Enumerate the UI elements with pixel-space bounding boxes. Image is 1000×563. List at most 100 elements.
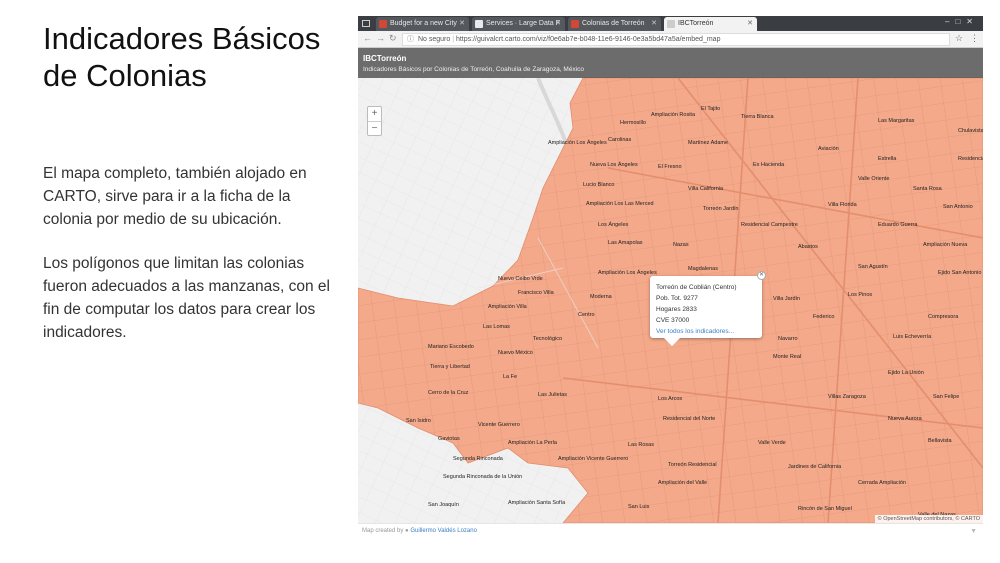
zoom-control: + − [367,106,382,136]
close-icon[interactable]: ✕ [555,17,561,31]
description-paragraph-1: El mapa completo, también alojado en CAR… [43,165,307,228]
svg-text:El Tajito: El Tajito [701,106,720,112]
svg-text:Torreón Residencial: Torreón Residencial [668,462,717,468]
svg-text:Nuevo Ceibo Vrde: Nuevo Ceibo Vrde [498,276,543,282]
svg-text:Mariano Escobedo: Mariano Escobedo [428,344,474,350]
map-attribution[interactable]: © OpenStreetMap contributors, © CARTO [874,515,983,523]
tab-ibctorreon[interactable]: IBCTorreón ✕ [664,17,757,31]
svg-text:Segunda Rinconada: Segunda Rinconada [453,456,504,462]
close-icon[interactable]: ✕ [757,271,766,280]
svg-text:Ejido San Antonio: Ejido San Antonio [938,270,981,276]
svg-text:Moderna: Moderna [590,294,613,300]
credit-prefix: Map created by [362,528,404,534]
svg-text:Chulavista: Chulavista [958,128,983,134]
popup-indicators-link[interactable]: Ver todos los indicadores... [656,326,756,337]
svg-text:Bellavista: Bellavista [928,438,952,444]
tab-services[interactable]: Services · Large Data F ✕ [472,17,565,31]
tab-label: Budget for a new City [390,20,457,27]
reload-icon[interactable]: ↻ [389,33,397,44]
tab-bar: Budget for a new City ✕ Services · Large… [358,16,983,31]
popup-households: Hogares 2833 [656,306,697,313]
svg-text:Tecnológico: Tecnológico [533,336,562,342]
svg-text:Jardines de California: Jardines de California [788,464,842,470]
svg-text:Ampliación Rosita: Ampliación Rosita [651,112,696,118]
tab-budget[interactable]: Budget for a new City ✕ [376,17,469,31]
svg-text:Los Pinos: Los Pinos [848,292,872,298]
svg-text:Villa Jardín: Villa Jardín [773,296,800,302]
svg-text:Valle Oriente: Valle Oriente [858,176,889,182]
svg-text:Tierra Blanca: Tierra Blanca [741,114,774,120]
slide: Indicadores Básicos de Colonias El mapa … [0,0,1000,563]
svg-text:Abastos: Abastos [798,244,818,250]
svg-text:Residencial: Residencial [958,156,983,162]
svg-text:Las Amapolas: Las Amapolas [608,240,643,246]
svg-text:Luis Echeverría: Luis Echeverría [893,334,932,340]
map-canvas[interactable]: Hermosillo Ampliación Rosita El Tajito Tie… [358,48,983,523]
svg-text:Los Arcos: Los Arcos [658,396,682,402]
svg-text:Los Ángeles: Los Ángeles [598,221,629,228]
svg-text:Cerrada Ampliación: Cerrada Ampliación [858,480,906,486]
svg-text:Ejido La Unión: Ejido La Unión [888,370,924,376]
page-icon [475,20,483,28]
menu-icon[interactable]: ⋮ [970,33,979,44]
tab-colonias[interactable]: Colonias de Torreón ✕ [568,17,661,31]
window-controls[interactable]: –□✕ [945,17,979,26]
credit-author-link[interactable]: Guillermo Valdés Lozano [410,528,477,534]
svg-text:Ampliación del Valle: Ampliación del Valle [658,480,707,486]
zoom-in-button[interactable]: + [368,107,381,121]
svg-text:Nuevo México: Nuevo México [498,350,533,356]
close-icon[interactable]: ✕ [459,17,465,31]
map-header: IBCTorreón Indicadores Básicos por Colon… [358,48,983,78]
svg-text:Hermosillo: Hermosillo [620,120,646,126]
page-icon [667,20,675,28]
svg-text:Centro: Centro [578,312,595,318]
svg-text:San Isidro: San Isidro [406,418,431,424]
svg-text:Eduardo Guerra: Eduardo Guerra [878,222,918,228]
credit-line: Map created by ● Guillermo Valdés Lozano [362,528,477,534]
url-text: https://guivalcrt.carto.com/viz/f0e6ab7e… [455,36,721,43]
svg-text:Gaviotas: Gaviotas [438,436,460,442]
svg-text:Ampliación Nueva: Ampliación Nueva [923,242,968,248]
svg-text:Villa California: Villa California [688,186,724,192]
zoom-out-button[interactable]: − [368,121,381,135]
svg-text:Villa Florida: Villa Florida [828,202,858,208]
forward-arrow-icon[interactable]: → [376,33,385,43]
svg-text:Residencial Campestre: Residencial Campestre [741,222,798,228]
close-icon[interactable]: ✕ [747,17,753,31]
svg-text:Ampliación La Perla: Ampliación La Perla [508,440,558,446]
svg-text:Lucio Blanco: Lucio Blanco [583,182,615,188]
svg-text:Tierra y Libertad: Tierra y Libertad [430,364,470,370]
svg-text:Navarro: Navarro [778,336,798,342]
svg-text:Federico: Federico [813,314,834,320]
bookmark-star-icon[interactable]: ☆ [955,33,963,44]
svg-text:Las Lomas: Las Lomas [483,324,510,330]
gmail-icon [379,20,387,28]
address-bar[interactable]: ⓘ No seguro | https://guivalcrt.carto.co… [402,33,950,46]
apps-icon[interactable] [362,20,370,27]
svg-text:Francisco Villa: Francisco Villa [518,290,555,296]
svg-text:Residencial del Norte: Residencial del Norte [663,416,715,422]
carto-icon [571,20,579,28]
browser-toolbar: ← → ↻ ⓘ No seguro | https://guivalcrt.ca… [358,31,983,48]
chevron-down-icon[interactable]: ▼ [970,528,977,535]
map-footer: Map created by ● Guillermo Valdés Lozano… [358,523,983,538]
back-arrow-icon[interactable]: ← [363,33,372,43]
description-paragraph-2: Los polígonos que limitan las colonias f… [43,255,330,341]
popup-cve: CVE 37000 [656,317,690,324]
svg-text:Compresora: Compresora [928,314,959,320]
svg-text:San Luis: San Luis [628,504,650,510]
svg-text:Vicente Guerrero: Vicente Guerrero [478,422,520,428]
author-avatar-icon: ● [405,528,409,534]
security-label: No seguro [417,36,451,43]
close-icon[interactable]: ✕ [651,17,657,31]
svg-text:San Felipe: San Felipe [933,394,959,400]
popup-colonia-name: Torreón de Coblián (Centro) [656,284,737,291]
svg-text:Ampliación Santa Sofía: Ampliación Santa Sofía [508,500,566,506]
svg-text:Ampliación Los Las Merced: Ampliación Los Las Merced [586,201,654,207]
svg-text:Santa Rosa: Santa Rosa [913,186,943,192]
info-icon: ⓘ [407,36,414,43]
svg-text:Martínez Adame: Martínez Adame [688,140,728,146]
svg-text:Nueva Los Ángeles: Nueva Los Ángeles [590,161,638,168]
svg-text:La Fe: La Fe [503,374,517,380]
slide-title: Indicadores Básicos de Colonias [43,21,321,93]
